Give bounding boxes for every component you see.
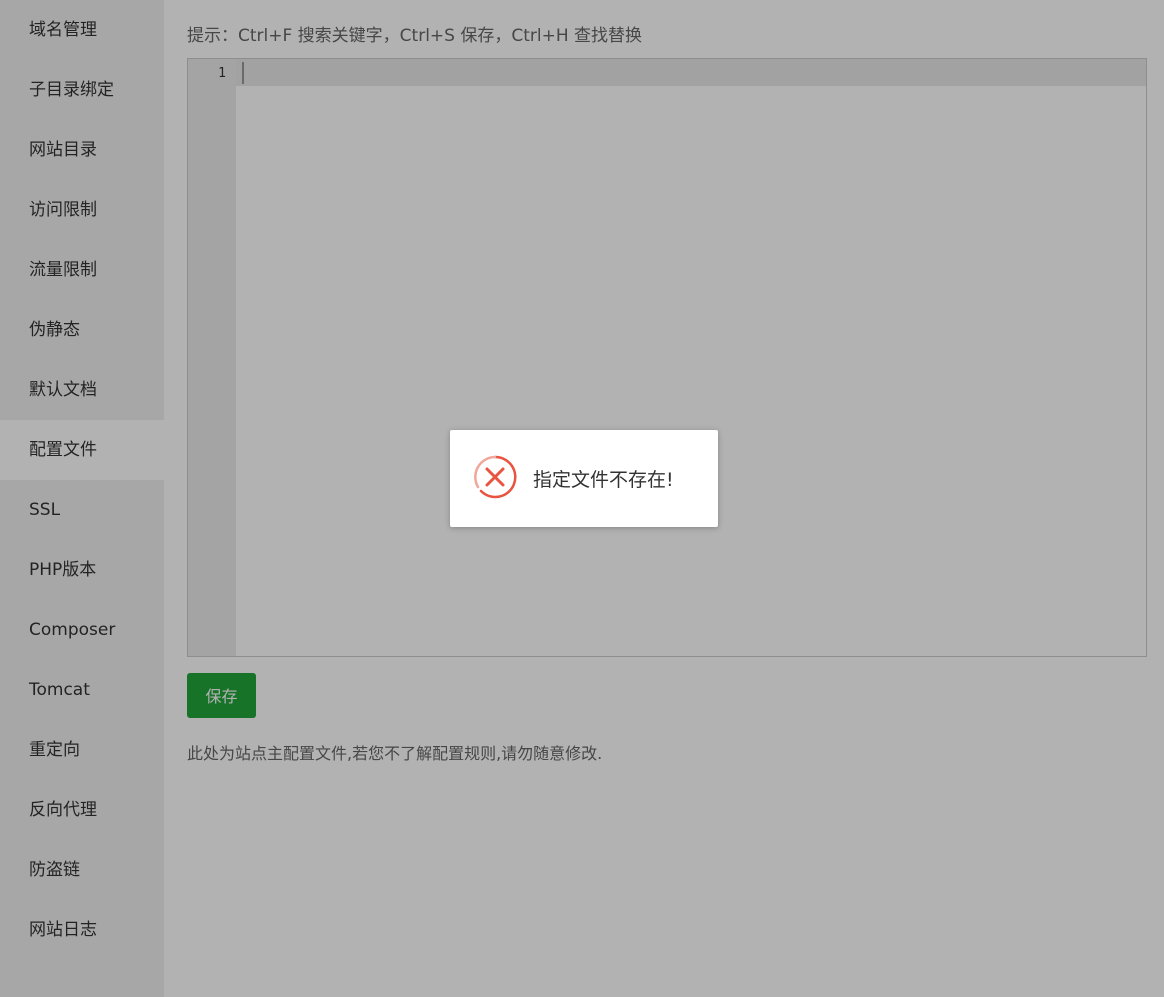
page: 域名管理 子目录绑定 网站目录 访问限制 流量限制 伪静态 默认文档 配置文件 …	[0, 0, 1164, 997]
error-message-toast: 指定文件不存在!	[450, 430, 718, 527]
error-circle-icon	[474, 455, 517, 499]
toast-message: 指定文件不存在!	[533, 469, 674, 491]
